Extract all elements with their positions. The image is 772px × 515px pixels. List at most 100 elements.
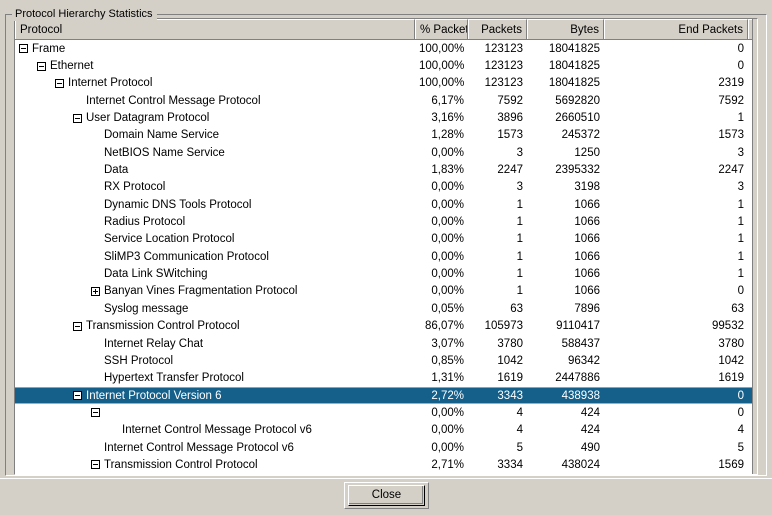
cell-pct_packets: 2,71%	[415, 457, 468, 473]
table-row[interactable]: NetBIOS Name Service0,00%3125031250	[15, 144, 757, 161]
collapse-minus-icon[interactable]	[91, 408, 100, 417]
table-row[interactable]: Internet Control Message Protocol6,17%75…	[15, 92, 757, 109]
expand-plus-icon[interactable]	[91, 287, 100, 296]
cell-pct_packets: 100,00%	[415, 41, 468, 57]
table-row[interactable]: Ethernet100,00%1231231804182500	[15, 57, 757, 74]
protocol-name: User Datagram Protocol	[86, 110, 209, 126]
protocol-name: Service Location Protocol	[104, 231, 234, 247]
table-row[interactable]: Hypertext Transfer Protocol1,31%16192447…	[15, 370, 757, 387]
cell-end_packets: 5	[604, 440, 748, 456]
table-row[interactable]: Transmission Control Protocol2,71%333443…	[15, 456, 757, 473]
cell-bytes: 245372	[527, 127, 604, 143]
table-row[interactable]: Frame100,00%1231231804182500	[15, 40, 757, 57]
cell-protocol: NetBIOS Name Service	[15, 145, 415, 161]
protocol-hierarchy-table[interactable]: Protocol% PacketsPacketsBytesEnd Packets…	[14, 18, 758, 475]
collapse-minus-icon[interactable]	[73, 391, 82, 400]
cell-protocol: Internet Relay Chat	[15, 336, 415, 352]
cell-end_packets: 0	[604, 58, 748, 74]
protocol-name: Frame	[32, 41, 65, 57]
collapse-minus-icon[interactable]	[19, 44, 28, 53]
column-header-pct_packets[interactable]: % Packets	[415, 19, 468, 39]
protocol-hierarchy-window: Protocol Hierarchy Statistics Protocol% …	[0, 0, 772, 514]
cell-packets: 1619	[468, 370, 527, 386]
cell-bytes: 96342	[527, 353, 604, 369]
table-row[interactable]: Internet Protocol100,00%1231231804182523…	[15, 75, 757, 92]
cell-pct_packets: 0,00%	[415, 266, 468, 282]
table-row[interactable]: Radius Protocol0,00%1106611066	[15, 213, 757, 230]
table-row[interactable]: RX Protocol0,00%3319833198	[15, 179, 757, 196]
cell-protocol: Frame	[15, 41, 415, 57]
cell-bytes: 7896	[527, 301, 604, 317]
table-row[interactable]: Syslog message0,05%637896637896	[15, 300, 757, 317]
cell-pct_packets: 3,16%	[415, 110, 468, 126]
cell-bytes: 2447886	[527, 370, 604, 386]
protocol-name: Internet Relay Chat	[104, 336, 203, 352]
table-row[interactable]: 0,00%442400	[15, 404, 757, 421]
table-row[interactable]: Dynamic DNS Tools Protocol0,00%110661106…	[15, 196, 757, 213]
cell-pct_packets: 0,00%	[415, 440, 468, 456]
tree-leaf-spacer	[73, 96, 82, 105]
cell-bytes: 588437	[527, 336, 604, 352]
table-row[interactable]: User Datagram Protocol3,16%3896266051011…	[15, 109, 757, 126]
cell-pct_packets: 0,00%	[415, 249, 468, 265]
cell-pct_packets: 0,85%	[415, 353, 468, 369]
collapse-minus-icon[interactable]	[37, 62, 46, 71]
collapse-minus-icon[interactable]	[55, 79, 64, 88]
protocol-name: NetBIOS Name Service	[104, 145, 225, 161]
table-row[interactable]: Internet Control Message Protocol v6 0,00…	[15, 439, 757, 456]
cell-packets: 123123	[468, 58, 527, 74]
cell-packets: 4	[468, 405, 527, 421]
table-row[interactable]: Domain Name Service1,28%1573245372157324…	[15, 127, 757, 144]
cell-protocol: SliMP3 Communication Protocol	[15, 249, 415, 265]
vertical-scrollbar[interactable]	[752, 19, 757, 474]
cell-end_packets: 1042	[604, 353, 748, 369]
protocol-name: SliMP3 Communication Protocol	[104, 249, 269, 265]
cell-packets: 3896	[468, 110, 527, 126]
protocol-name: Data Link SWitching	[104, 266, 208, 282]
collapse-minus-icon[interactable]	[73, 114, 82, 123]
table-row[interactable]: Internet Control Message Protocol v60,00…	[15, 422, 757, 439]
cell-protocol: Internet Control Message Protocol v6	[15, 422, 415, 438]
table-row[interactable]: Internet Relay Chat3,07%3780588437378058…	[15, 335, 757, 352]
table-body[interactable]: Frame100,00%1231231804182500Ethernet100,…	[15, 40, 757, 474]
table-row[interactable]: SSH Protocol0,85%104296342104296342	[15, 352, 757, 369]
close-button-label: Close	[372, 489, 401, 501]
cell-packets: 3	[468, 145, 527, 161]
tree-leaf-spacer	[91, 131, 100, 140]
cell-packets: 5	[468, 440, 527, 456]
cell-end_packets: 1573	[604, 127, 748, 143]
cell-pct_packets: 0,00%	[415, 422, 468, 438]
column-header-packets[interactable]: Packets	[468, 19, 527, 39]
table-row[interactable]: Internet Protocol Version 62,72%33434389…	[15, 387, 757, 404]
cell-protocol: Hypertext Transfer Protocol	[15, 370, 415, 386]
cell-bytes: 1066	[527, 283, 604, 299]
groupbox-title: Protocol Hierarchy Statistics	[12, 8, 157, 21]
table-row[interactable]: Banyan Vines Fragmentation Protocol0,00%…	[15, 283, 757, 300]
table-row[interactable]: Service Location Protocol0,00%1106611066	[15, 231, 757, 248]
collapse-minus-icon[interactable]	[73, 322, 82, 331]
protocol-name: Hypertext Transfer Protocol	[104, 370, 244, 386]
cell-protocol: Banyan Vines Fragmentation Protocol	[15, 283, 415, 299]
cell-bytes: 5692820	[527, 93, 604, 109]
cell-pct_packets: 0,00%	[415, 214, 468, 230]
column-header-bytes[interactable]: Bytes	[527, 19, 604, 39]
cell-packets: 1	[468, 231, 527, 247]
cell-end_packets: 1619	[604, 370, 748, 386]
cell-end_packets: 1569	[604, 457, 748, 473]
cell-bytes: 3198	[527, 179, 604, 195]
table-row[interactable]: SliMP3 Communication Protocol0,00%110661…	[15, 248, 757, 265]
cell-end_packets: 3780	[604, 336, 748, 352]
cell-pct_packets: 0,00%	[415, 179, 468, 195]
cell-end_packets: 2247	[604, 162, 748, 178]
dialog-button-bar: Close	[0, 478, 772, 515]
column-header-end_packets[interactable]: End Packets	[604, 19, 748, 39]
table-row[interactable]: Data Link SWitching0,00%1106611066	[15, 265, 757, 282]
table-row[interactable]: Transmission Control Protocol86,07%10597…	[15, 318, 757, 335]
protocol-name: Internet Control Message Protocol v6	[104, 440, 294, 456]
close-button[interactable]: Close	[348, 485, 425, 506]
collapse-minus-icon[interactable]	[91, 460, 100, 469]
table-row[interactable]: Data1,83%2247239533222472395332	[15, 161, 757, 178]
cell-packets: 63	[468, 301, 527, 317]
cell-pct_packets: 0,00%	[415, 283, 468, 299]
column-header-protocol[interactable]: Protocol	[15, 19, 415, 39]
